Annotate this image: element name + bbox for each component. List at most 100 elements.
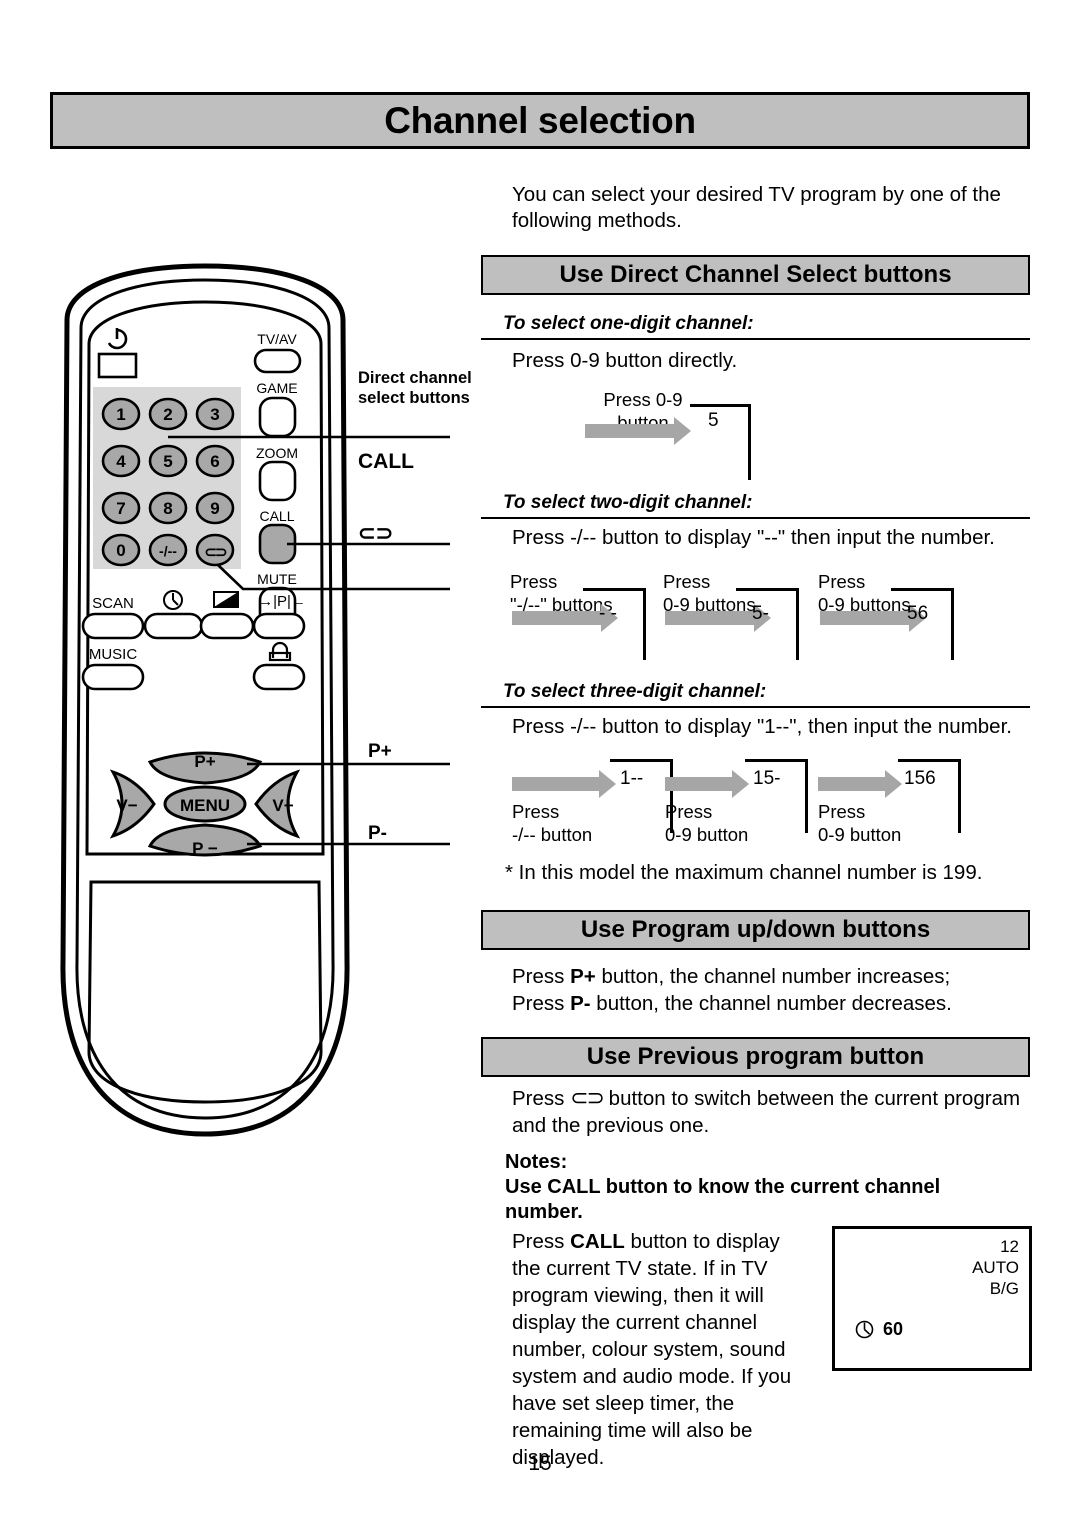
tv-osd-channel: 12 (1000, 1237, 1019, 1256)
callout-direct-channel-select: Direct channel select buttons (358, 368, 472, 408)
flow-step-label: -/-- button (512, 824, 593, 845)
feature-button-picture[interactable] (199, 612, 255, 640)
flow-step-label: Press (818, 801, 866, 822)
call-note-key: CALL (570, 1230, 625, 1253)
key-label-0: 0 (116, 541, 125, 560)
tv-osd-right-group: 12 AUTO B/G (972, 1236, 1019, 1299)
subheading-two-digit-label: To select two-digit channel: (503, 492, 753, 513)
callout-p-minus: P- (368, 823, 387, 844)
callout-direct-line1: Direct channel (358, 369, 472, 387)
key-label-dash-slash: -/-- (159, 543, 177, 559)
subheading-one-digit-label: To select one-digit channel: (503, 313, 754, 334)
subheading-three-digit-label: To select three-digit channel: (503, 681, 767, 702)
call-note-post: button to display the current TV state. … (512, 1230, 792, 1469)
feature-button-scan[interactable] (81, 612, 145, 640)
remote-control-illustration: 1 2 3 4 5 6 7 8 9 0 -/-- ⊂⊃ TV/AV GAME Z… (55, 262, 355, 1142)
flow-step-label: Press (665, 801, 713, 822)
key-label-1: 1 (116, 405, 125, 424)
subheading-two-digit: To select two-digit channel: (481, 492, 1030, 519)
flow-arrow-icon (818, 770, 902, 798)
notes-heading: Notes: Use CALL button to know the curre… (505, 1150, 975, 1225)
flow-arrow-icon (585, 417, 691, 445)
prog-line2-post: button, the channel number decreases. (590, 992, 952, 1015)
flow-step-label: Press (663, 571, 711, 592)
tv-osd-sleep-timer: 60 (855, 1319, 903, 1340)
text-call-note: Press CALL button to display the current… (512, 1228, 812, 1471)
clock-icon (855, 1320, 874, 1339)
page-title: Channel selection (384, 99, 696, 141)
nav-label-v-minus: V− (116, 796, 137, 815)
contrast-icon (213, 591, 239, 608)
side-button-zoom[interactable] (258, 460, 297, 502)
callout-direct-line2: select buttons (358, 389, 470, 407)
tv-osd-display-box: 12 AUTO B/G 60 (832, 1226, 1032, 1371)
previous-program-icon: ⊂⊃ (570, 1085, 605, 1110)
section-heading-direct-channel: Use Direct Channel Select buttons (481, 255, 1030, 295)
callout-p-plus: P+ (368, 741, 392, 762)
callout-call: CALL (358, 450, 414, 473)
power-button[interactable] (97, 352, 138, 379)
nav-label-p-minus: P − (192, 839, 218, 858)
side-button-label-tvav: TV/AV (257, 331, 297, 347)
side-button-label-zoom: ZOOM (256, 445, 298, 461)
side-button-game[interactable] (258, 396, 297, 438)
side-button-label-game: GAME (256, 380, 297, 396)
feature-label-music: MUSIC (89, 646, 138, 663)
side-button-label-mute: MUTE (257, 571, 297, 587)
subheading-three-digit: To select three-digit channel: (481, 681, 1030, 708)
notes-label: Notes: (505, 1151, 568, 1173)
flow-step-label: Press (512, 801, 560, 822)
prog-line1-pre: Press (512, 965, 571, 988)
flow-step-display-value: 56 (907, 603, 929, 624)
prog-line1-post: button, the channel number increases; (595, 965, 951, 988)
flow-arrow-icon (665, 770, 749, 798)
subheading-one-digit: To select one-digit channel: (481, 313, 1030, 340)
footnote-max-channel: * In this model the maximum channel numb… (505, 861, 983, 884)
side-button-tvav[interactable] (253, 348, 302, 374)
prog-line2-pre: Press (512, 992, 571, 1015)
flow-arrow-icon (512, 770, 616, 798)
feature-button-child-lock[interactable] (252, 663, 306, 691)
call-note-pre: Press (512, 1230, 571, 1253)
page-number: 15 (528, 1452, 552, 1475)
tv-osd-timer-value: 60 (883, 1319, 904, 1339)
text-three-digit: Press -/-- button to display "1--", then… (512, 715, 1012, 738)
callout-previous-program-icon: ⊂⊃ (358, 522, 394, 545)
feature-button-pip[interactable] (252, 612, 306, 640)
nav-label-p-plus: P+ (194, 752, 215, 771)
flow-step-display-value: 156 (904, 768, 936, 789)
key-label-8: 8 (163, 499, 172, 518)
prev-text-pre: Press (512, 1087, 571, 1110)
flow-arrow-icon (665, 604, 771, 632)
key-label-6: 6 (210, 452, 219, 471)
flow-arrow-icon (820, 604, 926, 632)
feature-button-sleep-timer[interactable] (143, 612, 204, 640)
text-program-updown: Press P+ button, the channel number incr… (512, 963, 1032, 1017)
key-label-previous-program: ⊂⊃ (204, 544, 227, 561)
nav-label-menu: MENU (180, 796, 230, 815)
key-label-4: 4 (116, 452, 126, 471)
nav-label-v-plus: V+ (272, 796, 293, 815)
section-heading-previous-program-label: Use Previous program button (586, 1043, 925, 1070)
flow-arrow-icon (512, 604, 618, 632)
side-button-label-call: CALL (259, 508, 294, 524)
intro-paragraph: You can select your desired TV program b… (512, 183, 1001, 232)
flow-step-display-value: 15- (753, 768, 781, 789)
key-label-3: 3 (210, 405, 219, 424)
flow-step-display-value: 5 (708, 410, 719, 431)
feature-button-music[interactable] (81, 663, 145, 691)
flow-step-label: 0-9 button (665, 824, 749, 845)
key-label-5: 5 (163, 452, 172, 471)
tv-osd-colour-system: AUTO (972, 1258, 1019, 1277)
flow-step-label: 0-9 button (818, 824, 902, 845)
text-previous-program: Press ⊂⊃ button to switch between the cu… (512, 1084, 1024, 1139)
prog-line2-key: P- (570, 992, 591, 1015)
key-label-7: 7 (116, 499, 125, 518)
flow-step-label: Press (510, 571, 558, 592)
flow-step-display-value: 5- (752, 603, 769, 624)
flow-step-label: Press 0-9 (603, 389, 683, 410)
section-heading-previous-program: Use Previous program button (481, 1037, 1030, 1077)
flow-step-label: Press (818, 571, 866, 592)
flow-step-display-value: 1-- (620, 768, 644, 789)
flow-step-display-value: - - (599, 603, 617, 624)
